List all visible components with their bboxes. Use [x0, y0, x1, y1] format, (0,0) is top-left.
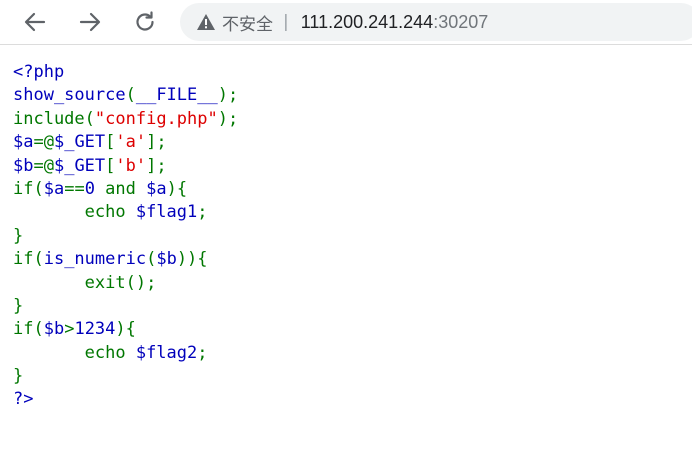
code-token: ); [217, 85, 239, 106]
code-token: (); [125, 272, 157, 293]
code-token: $b [156, 249, 177, 270]
code-token: } [13, 295, 24, 316]
code-token: "config.php" [94, 108, 218, 129]
code-token: $_GET [53, 155, 106, 176]
code-line: $b=@$_GET['b']; [13, 155, 238, 178]
code-token: echo [13, 342, 136, 363]
url-port[interactable]: :30207 [433, 12, 488, 33]
code-token: ( [84, 108, 95, 129]
code-token: $flag1 [135, 202, 198, 223]
code-token: $a [13, 132, 34, 153]
code-token: and [105, 178, 147, 199]
code-token: ; [197, 342, 208, 363]
arrow-left-icon [24, 11, 46, 33]
code-token: 0 [84, 178, 106, 199]
code-token: } [13, 366, 24, 387]
code-token: ); [217, 108, 239, 129]
code-token: exit [13, 272, 126, 293]
code-token: ){ [115, 319, 136, 340]
code-line: exit(); [13, 272, 238, 295]
code-token: > [64, 319, 75, 340]
code-token: $a [43, 178, 65, 199]
php-source-code: <?php show_source(__FILE__); include("conf… [13, 61, 238, 412]
code-line: show_source(__FILE__); [13, 84, 238, 107]
code-line: include("config.php"); [13, 108, 238, 131]
code-token: if( [13, 178, 44, 199]
code-token: if( [13, 319, 44, 340]
address-separator: | [283, 12, 289, 32]
back-button[interactable] [19, 6, 51, 38]
address-bar[interactable]: 不安全 | 111.200.241.244 :30207 [180, 3, 692, 41]
code-token: $flag2 [135, 342, 198, 363]
code-line: if($b>1234){ [13, 318, 238, 341]
code-token: ?> [13, 389, 34, 410]
code-token: show_source [13, 85, 126, 106]
code-token: include [13, 108, 85, 129]
url-host[interactable]: 111.200.241.244 [301, 12, 433, 33]
code-token: [ [105, 155, 116, 176]
code-token: 'a' [115, 132, 147, 153]
code-line: ?> [13, 388, 238, 411]
forward-button[interactable] [74, 6, 106, 38]
security-status-label[interactable]: 不安全 [222, 10, 273, 35]
code-token: =@ [33, 155, 54, 176]
code-token: ]; [146, 132, 167, 153]
code-line: } [13, 225, 238, 248]
reload-icon [134, 11, 156, 33]
code-line: } [13, 295, 238, 318]
code-token: $a [146, 178, 167, 199]
warning-triangle-icon[interactable] [196, 12, 216, 32]
code-token: __FILE__ [135, 85, 218, 106]
code-token: )){ [176, 249, 208, 270]
code-token: 1234 [74, 319, 116, 340]
reload-button[interactable] [129, 6, 161, 38]
code-token: [ [105, 132, 116, 153]
code-token: } [13, 225, 24, 246]
code-line: } [13, 365, 238, 388]
code-line: $a=@$_GET['a']; [13, 131, 238, 154]
code-token: ]; [146, 155, 167, 176]
code-token: ){ [166, 178, 188, 199]
code-line: echo $flag2; [13, 342, 238, 365]
code-line: echo $flag1; [13, 201, 238, 224]
code-token: <?php [13, 62, 65, 82]
code-token: 'b' [115, 155, 147, 176]
code-token: =@ [33, 132, 54, 153]
code-token: is_numeric [43, 249, 147, 270]
code-token: ( [146, 249, 157, 270]
code-token: ; [197, 202, 208, 223]
code-line: <?php [13, 61, 238, 84]
code-line: if(is_numeric($b)){ [13, 248, 238, 271]
code-token: echo [13, 202, 136, 223]
code-token: $_GET [53, 132, 106, 153]
code-token: == [64, 178, 85, 199]
code-token: $b [13, 155, 34, 176]
code-token: if( [13, 249, 44, 270]
code-line: if($a==0 and $a){ [13, 178, 238, 201]
arrow-right-icon [79, 11, 101, 33]
code-token: $b [43, 319, 65, 340]
browser-toolbar: 不安全 | 111.200.241.244 :30207 [0, 0, 692, 45]
code-token: ( [125, 85, 136, 106]
